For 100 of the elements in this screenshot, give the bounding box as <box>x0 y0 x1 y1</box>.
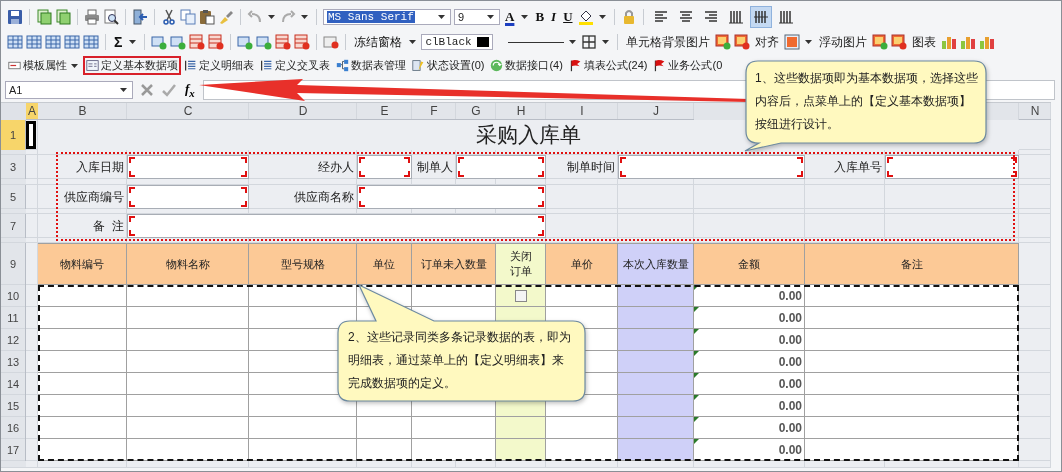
caret-icon[interactable] <box>268 15 275 19</box>
percent-icon[interactable] <box>323 34 340 50</box>
input-field[interactable] <box>127 214 546 238</box>
row-header[interactable]: 10 <box>1 285 26 307</box>
checkbox[interactable] <box>514 289 527 302</box>
line-style-select[interactable] <box>508 41 565 43</box>
window-icon[interactable] <box>8 59 21 72</box>
add-image-icon[interactable] <box>872 34 889 50</box>
row-header[interactable]: 11 <box>1 307 26 329</box>
delete-column-icon[interactable] <box>294 34 311 50</box>
input-field[interactable] <box>127 155 249 179</box>
remove-image-icon[interactable] <box>891 34 908 50</box>
row-header[interactable]: 9 <box>1 243 26 285</box>
menu-button[interactable]: 数据接口(4) <box>487 56 566 75</box>
delete-row-icon[interactable] <box>189 34 206 50</box>
color-select[interactable]: clBlack <box>421 34 494 50</box>
fill-color-icon[interactable] <box>577 9 594 25</box>
form-icon[interactable] <box>86 59 99 72</box>
caret-icon[interactable] <box>301 15 308 19</box>
input-field[interactable] <box>885 155 1019 179</box>
insert-row-icon[interactable] <box>151 34 168 50</box>
borders-icon[interactable] <box>581 34 598 50</box>
table-icon[interactable] <box>7 34 23 50</box>
row-header[interactable]: 5 <box>1 185 26 209</box>
input-field[interactable] <box>618 155 805 179</box>
row-header[interactable]: 14 <box>1 373 26 395</box>
caret-icon[interactable] <box>487 15 494 19</box>
row-header[interactable]: 13 <box>1 351 26 373</box>
insert-row-icon[interactable] <box>170 34 187 50</box>
brush-icon[interactable] <box>218 9 234 25</box>
print-preview-icon[interactable] <box>103 9 119 25</box>
font-color-button[interactable]: A <box>503 9 517 25</box>
column-header[interactable]: N <box>1019 103 1051 120</box>
caret-icon[interactable] <box>409 40 417 44</box>
menu-button[interactable]: 定义基本数据项 <box>83 56 181 75</box>
function-button[interactable]: f$_{x}$ <box>183 81 197 99</box>
menu-button[interactable]: 状态设置(0) <box>409 56 488 75</box>
freeze-panes-button[interactable]: 冻结窗格 <box>352 33 405 51</box>
menu-button[interactable]: 定义交叉表 <box>257 56 333 75</box>
cut-icon[interactable] <box>161 9 177 25</box>
input-field[interactable] <box>357 185 546 209</box>
caret-icon[interactable] <box>805 40 813 44</box>
list-icon[interactable] <box>184 59 197 72</box>
caret-icon[interactable] <box>602 40 610 44</box>
input-field[interactable] <box>127 185 249 209</box>
row-header[interactable]: 7 <box>1 214 26 238</box>
input-field[interactable] <box>357 155 412 179</box>
bar-chart-icon[interactable] <box>960 34 977 50</box>
menu-button[interactable]: 数据表管理 <box>333 56 409 75</box>
list-icon[interactable] <box>260 59 273 72</box>
table-icon[interactable] <box>26 34 42 50</box>
italic-button[interactable]: I <box>549 9 559 25</box>
delete-row-icon[interactable] <box>208 34 225 50</box>
sheet-icon[interactable] <box>55 9 71 25</box>
save-icon[interactable] <box>7 9 23 25</box>
caret-icon[interactable] <box>521 15 529 19</box>
sheet-icon[interactable] <box>36 9 52 25</box>
cancel-icon[interactable] <box>139 82 155 98</box>
flag-icon[interactable] <box>653 59 667 72</box>
menu-button[interactable]: 定义明细表 <box>181 56 257 75</box>
caret-icon[interactable] <box>129 40 137 44</box>
menu-button[interactable]: 业务公式(0 <box>650 56 726 75</box>
menu-button[interactable]: 模板属性 <box>5 56 83 75</box>
insert-column-icon[interactable] <box>256 34 273 50</box>
paste-icon[interactable] <box>199 9 215 25</box>
font-size-select[interactable]: 9 <box>454 9 500 25</box>
underline-button[interactable]: U <box>561 9 575 25</box>
sum-button[interactable]: Σ <box>112 34 125 50</box>
row-header[interactable]: 12 <box>1 329 26 351</box>
row-header[interactable]: 3 <box>1 155 26 179</box>
column-header[interactable]: A <box>26 103 38 120</box>
input-field[interactable] <box>456 155 546 179</box>
insert-column-icon[interactable] <box>237 34 254 50</box>
row-header[interactable]: 16 <box>1 417 26 439</box>
cell-reference-field[interactable]: A1 <box>5 81 133 99</box>
table-icon[interactable] <box>45 34 61 50</box>
bar-chart-icon[interactable] <box>979 34 996 50</box>
add-image-icon[interactable] <box>715 34 732 50</box>
caret-icon[interactable] <box>438 15 445 19</box>
delete-column-icon[interactable] <box>275 34 292 50</box>
exit-icon[interactable] <box>132 9 148 25</box>
font-select[interactable]: MS Sans Serif <box>323 9 451 25</box>
row-header[interactable]: 15 <box>1 395 26 417</box>
table-icon[interactable] <box>83 34 99 50</box>
caret-icon[interactable] <box>598 15 606 19</box>
tree-icon[interactable] <box>336 59 349 72</box>
row-header[interactable]: 1 <box>1 120 26 150</box>
pencil-icon[interactable] <box>412 59 425 72</box>
row-header[interactable]: 17 <box>1 439 26 461</box>
amount-value: 0.00 <box>778 420 802 435</box>
bold-button[interactable]: B <box>533 9 547 25</box>
bar-chart-icon[interactable] <box>941 34 958 50</box>
table-icon[interactable] <box>64 34 80 50</box>
caret-icon[interactable] <box>71 63 78 68</box>
flag-icon[interactable] <box>568 59 582 72</box>
remove-image-icon[interactable] <box>734 34 751 50</box>
caret-icon[interactable] <box>569 40 577 44</box>
caret-icon[interactable] <box>120 88 127 92</box>
menu-button[interactable]: 填表公式(24) <box>565 56 651 75</box>
print-icon[interactable] <box>84 9 100 25</box>
